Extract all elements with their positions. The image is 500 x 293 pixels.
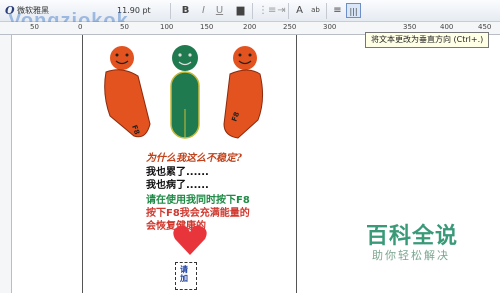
brand-logo-title: 百科全说	[366, 223, 459, 248]
ruler-mark: 0	[78, 23, 83, 31]
text-toolbar: O 微软雅黑 11.90 pt B I U ▆ ⋮≡ ⇥ A ab ≡ |||	[0, 0, 500, 22]
ruler-mark: 100	[160, 23, 174, 31]
bold-button[interactable]: B	[178, 3, 193, 18]
font-icon: O	[5, 4, 15, 17]
figure-right[interactable]: F8	[223, 46, 264, 139]
underline-button[interactable]: U	[212, 3, 227, 18]
heart-shape[interactable]	[172, 223, 208, 257]
horizontal-text-button[interactable]: ≡	[330, 3, 345, 18]
font-name-select[interactable]: 微软雅黑	[17, 4, 103, 18]
ruler-mark: 300	[323, 23, 337, 31]
toolbar-separator	[288, 3, 289, 19]
indent-icon[interactable]: ⇥	[274, 3, 289, 18]
page-border-right	[296, 35, 297, 293]
font-size-select[interactable]: 11.90 pt	[117, 4, 161, 18]
toolbar-separator	[252, 3, 253, 19]
character-format-button[interactable]: A	[292, 3, 307, 18]
ruler-mark: 350	[403, 23, 417, 31]
ruler-mark: 150	[200, 23, 214, 31]
ruler-mark: 200	[243, 23, 257, 31]
figure-group[interactable]: F8 F8	[100, 44, 270, 144]
figure-left[interactable]: F8	[104, 46, 151, 138]
bullet-list-icon[interactable]: ⋮≡	[258, 3, 276, 18]
question-heading[interactable]: 为什么我这么不稳定?	[146, 149, 242, 164]
ruler-mark: 50	[30, 23, 39, 31]
brand-logo-subtitle: 助你轻松解决	[372, 249, 450, 262]
ruler-mark: 400	[440, 23, 454, 31]
toolbar-separator	[326, 3, 327, 19]
vertical-text-button[interactable]: |||	[346, 3, 361, 18]
superscript-button[interactable]: ab	[308, 3, 323, 18]
vertical-text-tooltip: 将文本更改为垂直方向 (Ctrl+.)	[365, 32, 490, 48]
vertical-text-box[interactable]: 请加	[180, 265, 192, 283]
ruler-mark: 50	[120, 23, 129, 31]
italic-button[interactable]: I	[196, 3, 211, 18]
figure-middle[interactable]	[170, 45, 200, 139]
text-color-icon[interactable]: ▆	[233, 3, 248, 18]
page-border-left	[82, 35, 83, 293]
ruler-mark: 250	[283, 23, 297, 31]
toolbar-separator	[170, 3, 171, 19]
text-line-2[interactable]: 我也病了......	[146, 176, 209, 191]
vertical-ruler	[0, 35, 12, 293]
ruler-mark: 450	[478, 23, 492, 31]
